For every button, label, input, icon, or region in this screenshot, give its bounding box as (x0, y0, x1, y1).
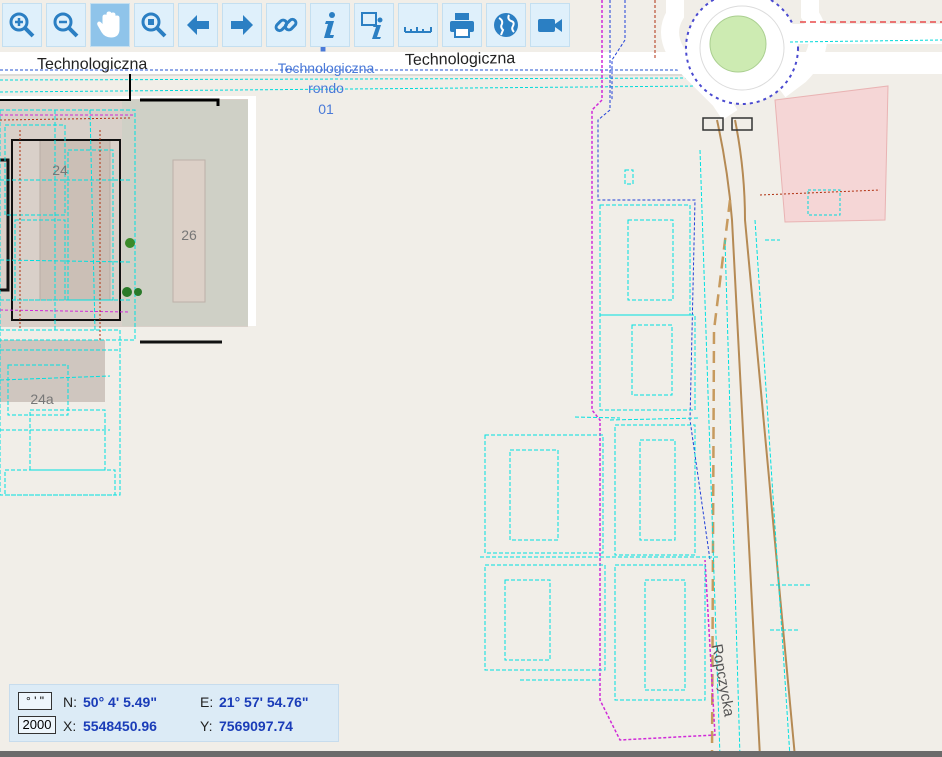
back-button[interactable] (178, 3, 218, 47)
x-value: 5548450.96 (83, 718, 157, 734)
latitude-value: 50° 4' 5.49" (83, 694, 157, 710)
scale-field[interactable]: 2000 (18, 716, 56, 734)
bottom-border (0, 751, 942, 757)
arrow-left-icon (187, 15, 209, 35)
forward-button[interactable] (222, 3, 262, 47)
info-icon (324, 12, 335, 38)
hand-icon (97, 11, 120, 38)
coordinates-panel: ° ' " 2000 N: 50° 4' 5.49" E: 21° 57' 54… (9, 684, 339, 742)
building-label-24: 24 (52, 162, 68, 178)
link-button[interactable] (266, 3, 306, 47)
globe-button[interactable] (486, 3, 526, 47)
bus-stop-label-line2: rondo (308, 80, 344, 96)
info-area-icon (361, 12, 383, 39)
pan-button[interactable] (90, 3, 130, 47)
bus-stop-label-line3: 01 (318, 101, 334, 117)
zoom-out-button[interactable] (46, 3, 86, 47)
street-label-technologiczna-right: Technologiczna (405, 50, 516, 69)
video-camera-icon (538, 19, 562, 32)
link-icon (274, 17, 298, 33)
ruler-icon (404, 27, 432, 33)
longitude-label: E: (200, 694, 214, 710)
print-button[interactable] (442, 3, 482, 47)
info-button[interactable] (310, 3, 350, 47)
zoom-in-button[interactable] (2, 3, 42, 47)
camera-button[interactable] (530, 3, 570, 47)
zoom-extent-icon (141, 12, 167, 38)
y-label: Y: (200, 718, 213, 734)
street-label-technologiczna-left: Technologiczna (37, 56, 147, 73)
arrow-right-icon (231, 15, 253, 35)
bus-stop-label-line1: Technologiczna (278, 60, 375, 76)
longitude-value: 21° 57' 54.76" (219, 694, 309, 710)
info-area-button[interactable] (354, 3, 394, 47)
zoom-out-icon (53, 12, 79, 38)
map-toolbar (0, 3, 570, 49)
latitude-label: N: (63, 694, 77, 710)
globe-icon (494, 13, 518, 37)
measure-button[interactable] (398, 3, 438, 47)
zoom-extent-button[interactable] (134, 3, 174, 47)
building-label-26: 26 (181, 227, 197, 243)
coordinate-format-button[interactable]: ° ' " (18, 692, 52, 710)
printer-icon (450, 13, 474, 38)
pink-area (774, 85, 889, 223)
y-value: 7569097.74 (219, 718, 293, 734)
x-label: X: (63, 718, 77, 734)
zoom-in-icon (9, 12, 35, 38)
building-label-24a: 24a (30, 391, 54, 407)
map-canvas[interactable]: Technologiczna Technologiczna ■ Technolo… (0, 0, 942, 757)
